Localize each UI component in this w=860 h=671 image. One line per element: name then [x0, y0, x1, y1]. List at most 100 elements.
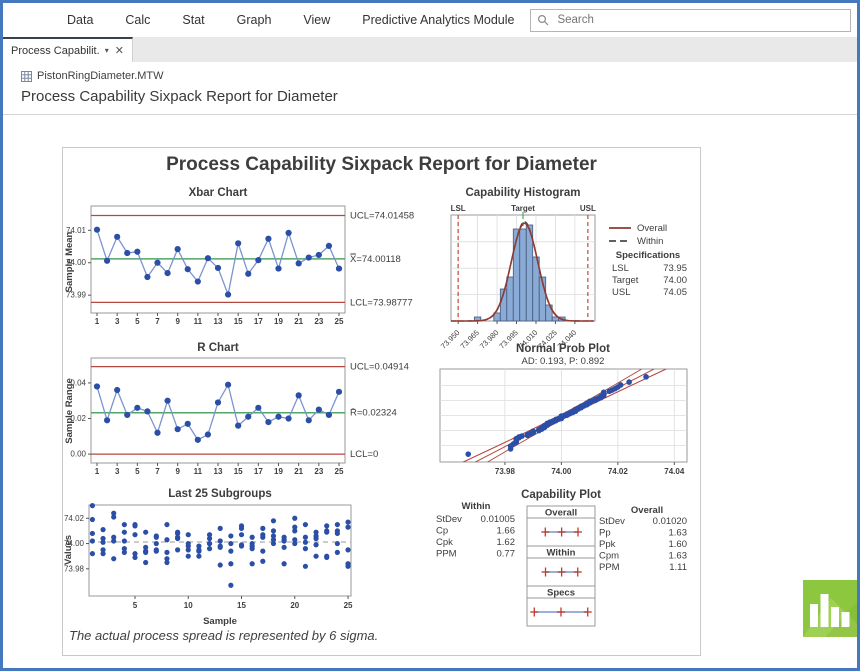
svg-text:15: 15: [234, 467, 243, 476]
menu-item-view[interactable]: View: [287, 13, 346, 27]
svg-text:1.60: 1.60: [669, 539, 688, 550]
menu-item-predictive-analytics-module[interactable]: Predictive Analytics Module: [346, 13, 530, 27]
search-box[interactable]: [530, 9, 851, 32]
divider: [3, 114, 857, 115]
svg-text:74.00: 74.00: [663, 275, 687, 286]
svg-text:UCL=74.01458: UCL=74.01458: [350, 210, 414, 221]
worksheet-grid-icon: [21, 71, 32, 82]
capability-plot-area: OverallWithinSpecsWithinStDev0.01005Cp1.…: [436, 501, 687, 626]
svg-text:25: 25: [344, 601, 353, 610]
svg-text:19: 19: [274, 467, 283, 476]
svg-text:21: 21: [294, 467, 303, 476]
menu-item-data[interactable]: Data: [51, 13, 109, 27]
tab-process-capability[interactable]: Process Capabilit... ▾ ✕: [3, 37, 133, 62]
svg-text:15: 15: [237, 601, 246, 610]
last25-plot: 73.9874.0074.02510152025: [64, 503, 353, 610]
svg-text:StDev: StDev: [599, 516, 625, 527]
svg-text:73.95: 73.95: [663, 263, 687, 274]
xbar-chart-title: Xbar Chart: [189, 187, 248, 199]
svg-text:1.66: 1.66: [497, 526, 516, 537]
svg-text:PPM: PPM: [436, 549, 457, 560]
menu-item-calc[interactable]: Calc: [109, 13, 166, 27]
svg-text:Cpm: Cpm: [599, 551, 619, 562]
svg-text:Target: Target: [612, 275, 639, 286]
svg-text:LCL=0: LCL=0: [350, 449, 378, 460]
svg-text:74.04: 74.04: [664, 467, 685, 476]
svg-text:11: 11: [194, 317, 203, 326]
svg-text:10: 10: [184, 601, 193, 610]
svg-text:X̿=74.00118: X̿=74.00118: [350, 253, 401, 265]
svg-text:73.98: 73.98: [495, 467, 516, 476]
worksheet-row[interactable]: PistonRingDiameter.MTW: [21, 70, 164, 82]
svg-text:5: 5: [135, 467, 140, 476]
svg-text:15: 15: [234, 317, 243, 326]
graph-title: Process Capability Sixpack Report for Di…: [63, 154, 700, 176]
search-input[interactable]: [555, 13, 844, 27]
r-y-axis-label: Sample Range: [64, 378, 75, 443]
menu-item-stat[interactable]: Stat: [166, 13, 220, 27]
r-chart-title: R Chart: [197, 342, 239, 354]
svg-text:Cpk: Cpk: [436, 537, 453, 548]
app-window: DataCalcStatGraphViewPredictive Analytic…: [0, 0, 860, 671]
svg-text:StDev: StDev: [436, 514, 462, 525]
capability-plot: Capability Plot OverallWithinSpecsWithin…: [431, 483, 699, 635]
svg-text:1.62: 1.62: [497, 537, 516, 548]
svg-text:1.63: 1.63: [669, 551, 688, 562]
menu-item-graph[interactable]: Graph: [221, 13, 288, 27]
histogram-plot: LSLTargetUSL73.95073.96573.98073.99574.0…: [439, 204, 687, 351]
svg-text:0.02: 0.02: [70, 414, 86, 423]
histogram-title: Capability Histogram: [465, 187, 580, 199]
svg-text:Target: Target: [511, 204, 535, 213]
svg-text:Ppk: Ppk: [599, 539, 616, 550]
menu-items: DataCalcStatGraphViewPredictive Analytic…: [51, 13, 530, 27]
svg-text:USL: USL: [580, 204, 596, 213]
tab-label: Process Capabilit...: [11, 45, 99, 57]
svg-text:73.98: 73.98: [64, 564, 85, 573]
tab-bar: Process Capabilit... ▾ ✕: [3, 37, 857, 62]
svg-text:LCL=73.98777: LCL=73.98777: [350, 297, 413, 308]
svg-text:1.63: 1.63: [669, 528, 688, 539]
svg-text:5: 5: [135, 317, 140, 326]
footnote: The actual process spread is represented…: [69, 628, 378, 643]
svg-text:Overall: Overall: [637, 223, 667, 234]
svg-text:UCL=0.04914: UCL=0.04914: [350, 362, 409, 373]
svg-text:23: 23: [314, 317, 323, 326]
svg-text:7: 7: [155, 317, 160, 326]
xbar-chart: Xbar Chart Sample Mean 73.9974.0074.0113…: [63, 178, 423, 338]
svg-text:1.11: 1.11: [669, 562, 687, 573]
svg-text:20: 20: [290, 601, 299, 610]
svg-text:3: 3: [115, 467, 120, 476]
svg-text:74.02: 74.02: [608, 467, 629, 476]
svg-text:74.01: 74.01: [66, 226, 87, 235]
svg-text:74.02: 74.02: [64, 514, 85, 523]
svg-text:0.77: 0.77: [497, 549, 516, 560]
svg-text:LSL: LSL: [451, 204, 466, 213]
svg-text:R̄=0.02324: R̄=0.02324: [350, 408, 397, 419]
svg-text:Cp: Cp: [436, 526, 448, 537]
svg-text:9: 9: [175, 317, 180, 326]
prob-plot-title: Normal Prob Plot: [516, 343, 610, 355]
last25-x-axis-label: Sample: [203, 616, 237, 627]
last25-title: Last 25 Subgroups: [168, 488, 272, 500]
svg-text:13: 13: [214, 467, 223, 476]
xbar-plot: 73.9974.0074.01135791113151719212325UCL=…: [66, 206, 414, 326]
capability-histogram: Capability Histogram LSLTargetUSL73.9507…: [431, 178, 699, 356]
close-icon[interactable]: ✕: [115, 44, 124, 57]
svg-text:PPM: PPM: [599, 562, 620, 573]
svg-text:LSL: LSL: [612, 263, 629, 274]
svg-text:74.00: 74.00: [551, 467, 572, 476]
normal-prob-plot: Normal Prob Plot AD: 0.193, P: 0.892 73.…: [431, 338, 699, 490]
minitab-graph-icon[interactable]: [803, 580, 857, 637]
chevron-down-icon[interactable]: ▾: [105, 46, 109, 55]
svg-text:7: 7: [155, 467, 160, 476]
svg-text:23: 23: [314, 467, 323, 476]
svg-text:Specs: Specs: [547, 588, 575, 599]
svg-text:Within: Within: [462, 501, 491, 512]
svg-text:74.00: 74.00: [66, 258, 87, 267]
svg-text:73.99: 73.99: [66, 291, 87, 300]
svg-text:0.01020: 0.01020: [653, 516, 687, 527]
svg-text:25: 25: [335, 467, 344, 476]
svg-text:13: 13: [214, 317, 223, 326]
last-25-subgroups-chart: Last 25 Subgroups Values Sample 73.9874.…: [63, 483, 433, 635]
svg-text:1: 1: [95, 317, 100, 326]
